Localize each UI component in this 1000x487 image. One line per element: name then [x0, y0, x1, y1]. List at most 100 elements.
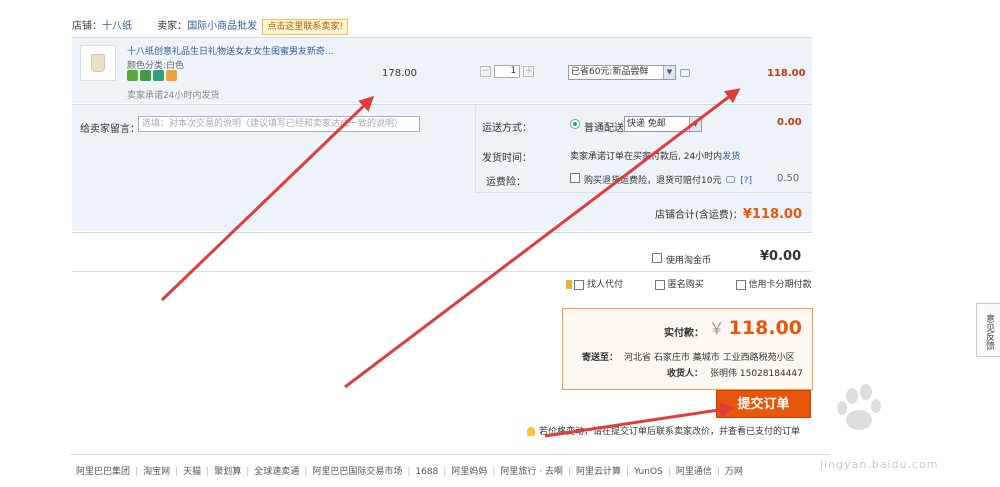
- shop-total-label: 店铺合计(含运费)：: [655, 210, 743, 221]
- coins-amount: ¥0.00: [760, 249, 802, 264]
- use-coins-label: 使用淘金币: [666, 256, 712, 266]
- footer-divider: [70, 454, 830, 455]
- item-shipping-promise: 卖家承诺24小时内发货: [127, 91, 220, 101]
- footer-link[interactable]: 天猫: [183, 467, 201, 477]
- footer-separator: |: [407, 467, 411, 477]
- shipping-carrier-value: 快递 免邮: [627, 119, 666, 129]
- lightbulb-icon: [527, 427, 535, 436]
- promotion-select[interactable]: 已省60元:新品尝鲜 ▼: [568, 65, 676, 80]
- notice-text: 若价格变动，请在提交订单后联系卖家改价，并查看已支付的订单: [539, 427, 801, 437]
- insurance-label: 运费险：: [486, 177, 526, 188]
- shop-label: 店铺：: [72, 21, 102, 32]
- insurance-help-link[interactable]: [?]: [740, 176, 752, 186]
- currency-symbol: ￥: [708, 319, 725, 338]
- delivery-time-label: 发货时间：: [482, 153, 532, 164]
- footer-link[interactable]: 阿里旅行 · 去啊: [500, 467, 563, 477]
- chevron-down-icon: ▼: [663, 66, 675, 79]
- return-badge-icon[interactable]: [140, 70, 151, 81]
- feedback-tab[interactable]: 意见反馈: [976, 303, 1000, 357]
- footer-separator: |: [206, 467, 210, 477]
- extra-options-row: 找人代付 匿名购买 信用卡分期付款: [566, 277, 816, 291]
- anonymous-label: 匿名购买: [667, 280, 704, 290]
- shop-header: 店铺：十八纸 卖家：国际小商品批发 点击这里联系卖家!: [72, 18, 812, 36]
- price-change-notice: 若价格变动，请在提交订单后联系卖家改价，并查看已支付的订单: [527, 424, 800, 437]
- order-options-panel: 给卖家留言： 选填：对本次交易的说明（建议填写已经和卖家达成一致的说明） 运送方…: [72, 104, 812, 231]
- flag-icon: [566, 280, 572, 289]
- divider: [475, 105, 476, 193]
- shop-name-link[interactable]: 十八纸: [102, 21, 132, 32]
- receiver-label: 收货人：: [667, 369, 704, 379]
- shipping-carrier-select[interactable]: 快递 免邮 ▼: [624, 116, 702, 132]
- footer-separator: |: [716, 467, 720, 477]
- watermark-url: jingyan.baidu.com: [820, 458, 939, 471]
- delivery-time-value: 卖家承诺订单在买家付款后, 24小时内发货: [570, 149, 740, 162]
- footer-link[interactable]: 阿里通信: [676, 467, 712, 477]
- footer-separator: |: [492, 467, 496, 477]
- guarantee-badge-icon[interactable]: [127, 70, 138, 81]
- quantity-stepper: − 1 +: [480, 65, 535, 79]
- footer-separator: |: [626, 467, 630, 477]
- seller-name-link[interactable]: 国际小商品批发: [187, 21, 257, 32]
- shipping-normal-radio[interactable]: [570, 119, 580, 129]
- item-subtotal: 118.00: [767, 68, 806, 79]
- shipping-normal-label: 普通配送: [584, 123, 624, 134]
- shop-total-value: ¥118.00: [742, 207, 803, 222]
- quantity-increase-button[interactable]: +: [523, 66, 535, 77]
- card-badge-icon[interactable]: [166, 70, 177, 81]
- footer-link[interactable]: 万网: [725, 467, 743, 477]
- message-label: 给卖家留言：: [80, 124, 140, 135]
- installment-checkbox[interactable]: [735, 279, 746, 290]
- insurance-fee: 0.50: [777, 173, 800, 184]
- taobao-coins-row: 使用淘金币 ¥0.00: [72, 232, 812, 272]
- anonymous-checkbox[interactable]: [654, 279, 665, 290]
- footer-separator: |: [667, 467, 671, 477]
- insurance-description: 购买退货运费险，退货可赔付10元: [584, 176, 722, 186]
- shipping-fee: 0.00: [777, 117, 802, 128]
- delivery-time-text: 卖家承诺订单在买家付款后, 24小时内: [570, 152, 723, 162]
- quantity-input[interactable]: 1: [494, 65, 521, 78]
- insurance-text: 购买退货运费险，退货可赔付10元 [?]: [584, 173, 752, 186]
- address-value: 河北省 石家庄市 藁城市 工业西路税苑小区: [624, 353, 795, 363]
- footer-separator: |: [304, 467, 308, 477]
- shipping-method-label: 运送方式：: [482, 123, 532, 134]
- footer-separator: |: [135, 467, 139, 477]
- quantity-decrease-button[interactable]: −: [480, 66, 491, 77]
- footer-link[interactable]: YunOS: [634, 467, 663, 477]
- verified-badge-icon[interactable]: [153, 70, 164, 81]
- pay-amount-label: 实付款：: [664, 328, 704, 339]
- contact-seller-button[interactable]: 点击这里联系卖家!: [262, 19, 348, 35]
- footer-link[interactable]: 阿里巴巴国际交易市场: [312, 467, 402, 477]
- delivery-time-link[interactable]: 发货: [722, 152, 740, 162]
- proxy-pay-label: 找人代付: [587, 280, 624, 290]
- chat-icon[interactable]: [726, 176, 736, 183]
- footer-link[interactable]: 聚划算: [214, 467, 241, 477]
- footer-link[interactable]: 全球速卖通: [254, 467, 299, 477]
- promotion-select-value: 已省60元:新品尝鲜: [571, 67, 649, 77]
- footer-link[interactable]: 阿里云计算: [576, 467, 621, 477]
- item-title-link[interactable]: 十八纸创意礼品生日礼物送女友女生闺蜜男友新奇...: [127, 44, 334, 57]
- footer-link[interactable]: 1688: [415, 467, 438, 477]
- divider: [475, 192, 812, 193]
- footer-separator: |: [175, 467, 179, 477]
- pay-amount-value: 118.00: [728, 317, 802, 339]
- footer-link[interactable]: 阿里妈妈: [451, 467, 487, 477]
- seller-label: 卖家：: [157, 21, 188, 32]
- chevron-down-icon: ▼: [689, 117, 701, 131]
- pay-amount: ￥ 118.00: [709, 315, 802, 339]
- footer-link[interactable]: 阿里巴巴集团: [76, 467, 130, 477]
- item-service-badges: [127, 70, 179, 82]
- insurance-checkbox[interactable]: [570, 173, 580, 183]
- item-thumbnail[interactable]: [80, 45, 116, 81]
- address-label: 寄送至：: [582, 353, 619, 363]
- chat-icon[interactable]: [680, 69, 690, 77]
- shop-total: 店铺合计(含运费)：¥118.00: [655, 206, 802, 222]
- footer-link[interactable]: 淘宝网: [143, 467, 170, 477]
- footer-separator: |: [443, 467, 447, 477]
- use-coins-checkbox[interactable]: [652, 253, 662, 263]
- proxy-pay-checkbox[interactable]: [574, 279, 584, 290]
- item-unit-price: 178.00: [382, 68, 417, 79]
- footer-separator: |: [246, 467, 250, 477]
- footer-separator: |: [567, 467, 572, 477]
- seller-message-input[interactable]: 选填：对本次交易的说明（建议填写已经和卖家达成一致的说明）: [138, 116, 420, 132]
- order-item-row: 十八纸创意礼品生日礼物送女友女生闺蜜男友新奇... 颜色分类:白色 卖家承诺24…: [72, 37, 812, 103]
